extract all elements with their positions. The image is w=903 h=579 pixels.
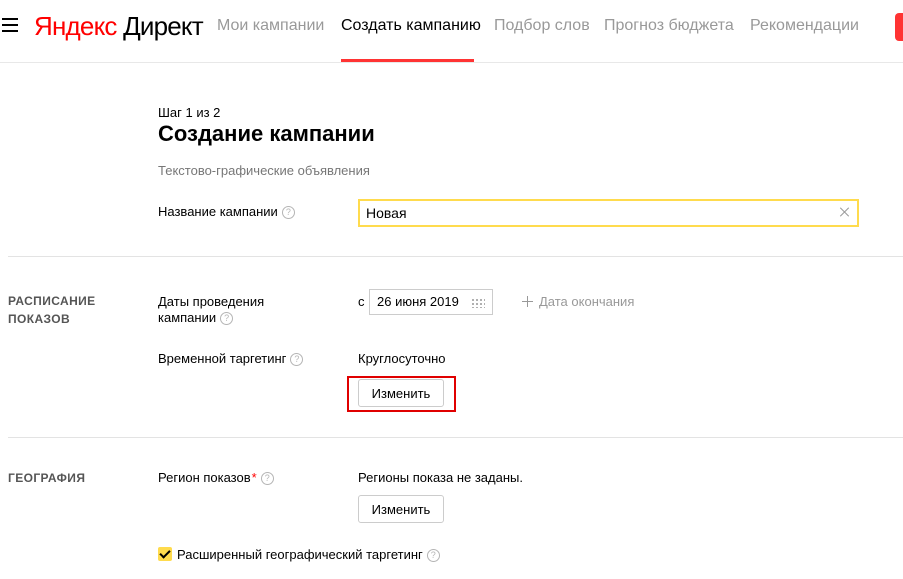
- header-action-button[interactable]: [895, 13, 903, 41]
- extended-geo-targeting-label-text: Расширенный географический таргетинг: [177, 547, 423, 562]
- nav-create-campaign[interactable]: Создать кампанию: [341, 17, 481, 35]
- help-icon[interactable]: ?: [426, 549, 440, 562]
- help-icon[interactable]: ?: [290, 353, 304, 366]
- campaign-dates-label-line2: кампании: [158, 310, 217, 325]
- campaign-name-label: Название кампании?: [158, 204, 295, 220]
- section-schedule-line1: РАСПИСАНИЕ: [8, 294, 96, 308]
- region-label-text: Регион показов: [158, 470, 251, 485]
- campaign-type: Текстово-графические объявления: [158, 163, 370, 178]
- highlight-frame: [347, 376, 456, 412]
- add-end-date-link[interactable]: Дата окончания: [522, 294, 634, 309]
- plus-icon: [522, 296, 533, 307]
- region-label: Регион показов*?: [158, 470, 274, 486]
- yandex-direct-logo[interactable]: Яндекс Директ: [34, 9, 204, 43]
- time-targeting-label: Временной таргетинг?: [158, 351, 304, 367]
- campaign-dates-label-line1: Даты проведения: [158, 294, 265, 309]
- campaign-name-field[interactable]: [358, 199, 859, 227]
- nav-my-campaigns[interactable]: Мои кампании: [217, 17, 324, 35]
- logo-yandex: Яндекс: [34, 11, 117, 41]
- campaign-name-input[interactable]: [366, 204, 826, 222]
- section-schedule: РАСПИСАНИЕ ПОКАЗОВ: [8, 292, 96, 328]
- top-header: Яндекс Директ Мои кампании Создать кампа…: [0, 0, 903, 63]
- logo-direct: Директ: [123, 11, 204, 41]
- time-targeting-label-text: Временной таргетинг: [158, 351, 287, 366]
- active-tab-indicator: [341, 59, 474, 62]
- nav-recommendations[interactable]: Рекомендации: [750, 17, 859, 35]
- help-icon[interactable]: ?: [220, 312, 234, 325]
- start-date-value: 26 июня 2019: [377, 294, 459, 309]
- extended-geo-targeting-checkbox[interactable]: [158, 547, 172, 561]
- time-targeting-value: Круглосуточно: [358, 351, 446, 366]
- calendar-icon[interactable]: [471, 298, 485, 308]
- start-date-picker[interactable]: 26 июня 2019: [369, 289, 493, 315]
- section-schedule-line2: ПОКАЗОВ: [8, 312, 71, 326]
- page-title: Создание кампании: [158, 121, 375, 146]
- end-date-link-text: Дата окончания: [539, 294, 635, 309]
- step-indicator: Шаг 1 из 2: [158, 105, 221, 120]
- section-geography: ГЕОГРАФИЯ: [8, 471, 86, 485]
- date-from-prefix: с: [358, 294, 365, 309]
- change-region-button[interactable]: Изменить: [358, 495, 444, 523]
- help-icon[interactable]: ?: [260, 472, 274, 485]
- extended-geo-targeting-label: Расширенный географический таргетинг?: [177, 547, 440, 563]
- campaign-name-label-text: Название кампании: [158, 204, 278, 219]
- section-divider: [8, 437, 903, 438]
- campaign-dates-label: Даты проведения кампании?: [158, 294, 264, 326]
- section-divider: [8, 256, 903, 257]
- nav-budget-forecast[interactable]: Прогноз бюджета: [604, 17, 734, 35]
- region-value: Регионы показа не заданы.: [358, 470, 523, 485]
- nav-keyword-selection[interactable]: Подбор слов: [494, 17, 590, 35]
- menu-icon[interactable]: [2, 18, 18, 32]
- required-mark: *: [251, 470, 257, 485]
- clear-icon[interactable]: [837, 204, 853, 220]
- help-icon[interactable]: ?: [281, 206, 295, 219]
